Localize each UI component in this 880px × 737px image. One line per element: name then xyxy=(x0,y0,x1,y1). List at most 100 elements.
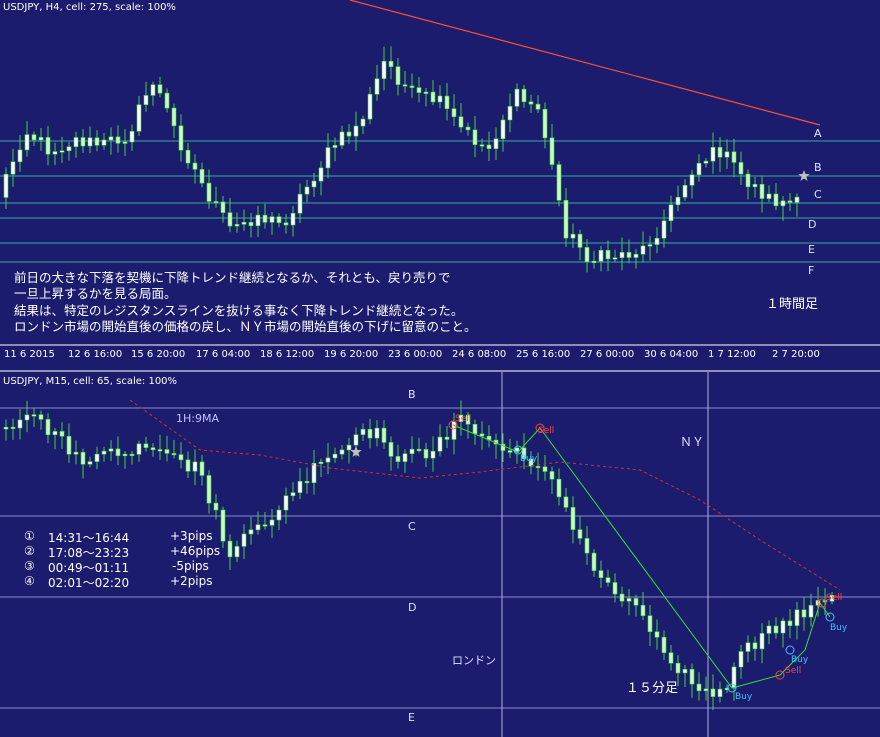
candle-body xyxy=(255,524,261,531)
candle-body xyxy=(143,443,149,448)
candle-body xyxy=(647,615,653,633)
candle-body xyxy=(234,224,240,227)
candle-body xyxy=(262,214,268,223)
candle-body xyxy=(472,129,478,145)
candle-body xyxy=(304,481,310,484)
candle-body xyxy=(73,451,79,455)
star-marker-icon xyxy=(798,170,810,181)
candle-body xyxy=(563,496,569,508)
candle-body xyxy=(794,609,800,626)
candle-body xyxy=(584,247,590,263)
candle-body xyxy=(654,631,660,638)
result-pips: +3pips xyxy=(170,529,213,543)
candle-body xyxy=(472,423,478,435)
chart-canvas[interactable] xyxy=(0,0,880,737)
candle-body xyxy=(626,252,632,258)
candle-body xyxy=(66,435,72,455)
candle-body xyxy=(220,509,226,542)
candle-body xyxy=(276,216,282,224)
candle-body xyxy=(423,449,429,459)
candle-body xyxy=(409,448,415,454)
candle-body xyxy=(745,173,751,188)
candle-body xyxy=(507,106,513,121)
buy-marker-label: Buy xyxy=(830,623,848,633)
candle-body xyxy=(647,244,653,247)
candle-body xyxy=(745,642,751,652)
candle-body xyxy=(339,449,345,455)
candle-body xyxy=(374,78,380,95)
candle-body xyxy=(241,533,247,547)
candle-body xyxy=(794,196,800,203)
candle-body xyxy=(507,450,513,453)
candle-body xyxy=(773,625,779,634)
candle-body xyxy=(325,457,331,463)
candle-body xyxy=(444,95,450,109)
time-label: 2 7 20:00 xyxy=(772,349,820,360)
candle-body xyxy=(416,448,422,452)
candle-body xyxy=(38,137,44,141)
candle-body xyxy=(213,201,219,204)
candle-body xyxy=(339,131,345,146)
time-label: 1 7 12:00 xyxy=(708,349,756,360)
candle-body xyxy=(605,577,611,583)
candle-body xyxy=(619,252,625,259)
top-chart-header: USDJPY, H4, cell: 275, scale: 100% xyxy=(3,2,176,13)
candle-body xyxy=(192,162,198,170)
candle-body xyxy=(451,421,457,440)
time-label: 15 6 20:00 xyxy=(131,349,186,360)
candle-body xyxy=(94,137,100,146)
candle-body xyxy=(178,125,184,151)
candle-body xyxy=(731,151,737,163)
candle-body xyxy=(402,453,408,462)
candle-body xyxy=(290,212,296,226)
candle-body xyxy=(31,134,37,141)
candle-body xyxy=(738,162,744,175)
candle-body xyxy=(108,136,114,141)
time-label: 30 6 04:00 xyxy=(644,349,699,360)
candle-body xyxy=(290,492,296,497)
candle-body xyxy=(465,126,471,131)
candle-body xyxy=(10,426,16,430)
candle-body xyxy=(3,426,9,430)
candle-body xyxy=(787,200,793,203)
bottom-timeframe-label: １５分足 xyxy=(626,681,679,696)
candle-body xyxy=(766,193,772,199)
candle-body xyxy=(682,185,688,198)
candle-body xyxy=(402,84,408,87)
candle-body xyxy=(724,151,730,158)
candle-body xyxy=(115,136,121,144)
candle-body xyxy=(213,502,219,511)
candle-body xyxy=(493,138,499,149)
candle-body xyxy=(423,91,429,94)
candle-body xyxy=(80,137,86,147)
candle-body xyxy=(248,529,254,535)
candle-body xyxy=(24,414,30,421)
buy-marker-label: Buy xyxy=(735,692,753,702)
candle-body xyxy=(283,495,289,511)
candle-body xyxy=(80,451,86,465)
candle-body xyxy=(486,144,492,149)
ma-label: 1H:9MA xyxy=(176,412,219,425)
candle-body xyxy=(171,107,177,127)
note-line-2: 一旦上昇するかを見る局面。 xyxy=(14,286,177,301)
time-label: 25 6 16:00 xyxy=(516,349,571,360)
candle-body xyxy=(52,431,58,436)
level-label-b: B xyxy=(408,388,416,401)
level-label-d: D xyxy=(408,601,417,614)
candle-body xyxy=(759,184,765,199)
candle-body xyxy=(556,164,562,201)
candle-body xyxy=(710,147,716,162)
candle-body xyxy=(199,169,205,184)
time-label: 12 6 16:00 xyxy=(68,349,123,360)
candle-body xyxy=(535,465,541,469)
candle-body xyxy=(311,462,317,484)
candle-body xyxy=(122,141,128,144)
level-label-d: D xyxy=(808,218,817,231)
candle-body xyxy=(262,524,268,527)
candle-body xyxy=(136,443,142,455)
sell-marker-label: Sell xyxy=(538,426,555,436)
candle-body xyxy=(388,60,394,67)
candle-body xyxy=(598,570,604,578)
candle-body xyxy=(325,147,331,169)
candle-body xyxy=(773,193,779,207)
